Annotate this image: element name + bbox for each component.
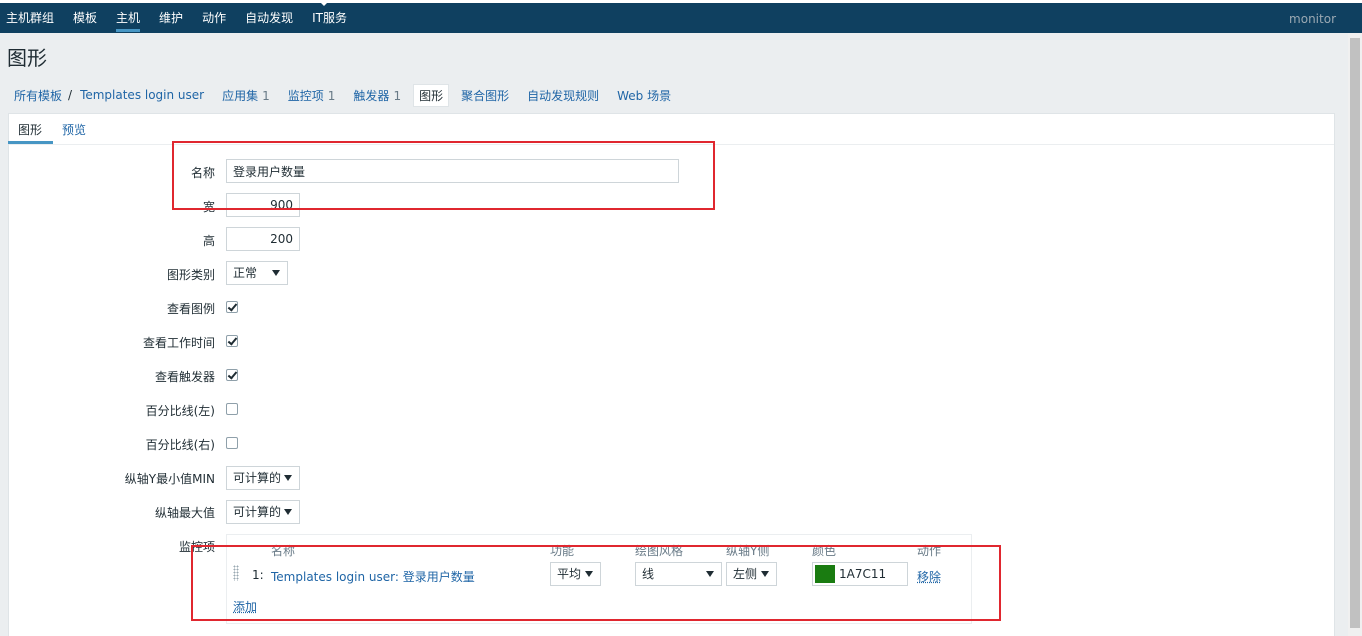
menu-caret-icon (318, 0, 330, 6)
menu-host-groups[interactable]: 主机群组 (6, 9, 54, 32)
chevron-down-icon (585, 571, 593, 577)
graph-form-card: 图形 预览 名称 宽 高 图形类别 正常 查看图例 查看工作时间 查看触发器 百… (8, 113, 1335, 636)
items-table: 名称 功能 绘图风格 纵轴Y侧 颜色 动作 1: Templates login… (226, 534, 972, 624)
item-row-index: 1: (252, 568, 264, 582)
drag-handle-icon[interactable] (233, 565, 239, 581)
items-label: 监控项 (15, 538, 215, 555)
graph-type-value: 正常 (233, 266, 257, 280)
subnav-triggers[interactable]: 触发器 1 (353, 87, 401, 104)
item-draw-style-value: 线 (642, 567, 654, 581)
subnav-items[interactable]: 监控项 1 (288, 87, 336, 104)
height-input[interactable] (226, 227, 300, 251)
items-header-draw-style: 绘图风格 (635, 542, 683, 559)
item-color-field[interactable]: 1A7C11 (812, 562, 908, 586)
chevron-down-icon (272, 270, 280, 276)
ymax-label: 纵轴最大值 (15, 504, 215, 521)
show-working-time-checkbox[interactable] (226, 335, 238, 347)
form-tabs: 图形 预览 (9, 114, 1334, 145)
item-row-name-link[interactable]: Templates login user: 登录用户数量 (271, 568, 475, 585)
tab-graph[interactable]: 图形 (18, 121, 42, 138)
ymin-value: 可计算的 (233, 471, 281, 485)
show-legend-label: 查看图例 (15, 300, 215, 317)
menu-hosts[interactable]: 主机 (116, 9, 140, 32)
items-header-action: 动作 (917, 542, 941, 559)
menu-discovery[interactable]: 自动发现 (245, 9, 293, 32)
items-header-color: 颜色 (812, 542, 836, 559)
show-legend-checkbox[interactable] (226, 301, 238, 313)
items-header-function: 功能 (550, 542, 574, 559)
graph-type-select[interactable]: 正常 (226, 261, 288, 285)
top-navigation: 主机群组 模板 主机 维护 动作 自动发现 IT服务 monitor (0, 0, 1362, 33)
item-function-select[interactable]: 平均 (550, 562, 601, 586)
name-input[interactable] (226, 159, 679, 183)
percentile-right-checkbox[interactable] (226, 437, 238, 449)
menu-maintenance[interactable]: 维护 (159, 9, 183, 32)
page-title: 图形 (7, 42, 47, 71)
subnav-items-label: 监控项 (288, 89, 324, 103)
graph-type-label: 图形类别 (15, 266, 215, 283)
menu-it-services[interactable]: IT服务 (312, 9, 347, 32)
subnav-applications-label: 应用集 (222, 89, 258, 103)
add-item-link[interactable]: 添加 (233, 598, 257, 615)
breadcrumb-separator: / (68, 88, 72, 102)
menu-actions[interactable]: 动作 (202, 9, 226, 32)
name-label: 名称 (15, 164, 215, 181)
percentile-left-label: 百分比线(左) (15, 402, 215, 419)
color-swatch[interactable] (815, 565, 835, 583)
ymin-select[interactable]: 可计算的 (226, 466, 300, 490)
percentile-left-checkbox[interactable] (226, 403, 238, 415)
subnav-web-scenarios[interactable]: Web 场景 (617, 87, 671, 104)
ymax-select[interactable]: 可计算的 (226, 500, 300, 524)
subnav-triggers-count: 1 (393, 89, 401, 103)
subnav-graphs[interactable]: 图形 (413, 84, 449, 107)
items-header-y-side: 纵轴Y侧 (726, 542, 769, 559)
chevron-down-icon (706, 571, 714, 577)
subnav-applications[interactable]: 应用集 1 (222, 87, 270, 104)
subnav-triggers-label: 触发器 (353, 89, 389, 103)
height-label: 高 (15, 232, 215, 249)
item-function-value: 平均 (557, 567, 581, 581)
ymin-label: 纵轴Y最小值MIN (15, 470, 215, 487)
subnav-discovery-rules[interactable]: 自动发现规则 (527, 87, 599, 104)
vertical-scrollbar[interactable] (1348, 33, 1362, 636)
chevron-down-icon (284, 509, 292, 515)
item-draw-style-select[interactable]: 线 (635, 562, 722, 586)
chevron-down-icon (761, 571, 769, 577)
width-input[interactable] (226, 193, 300, 217)
breadcrumb-template[interactable]: Templates login user (80, 88, 204, 102)
menu-templates[interactable]: 模板 (73, 9, 97, 32)
chevron-down-icon (284, 475, 292, 481)
percentile-right-label: 百分比线(右) (15, 436, 215, 453)
breadcrumb-all-templates[interactable]: 所有模板 (14, 87, 62, 104)
width-label: 宽 (15, 198, 215, 215)
item-remove-link[interactable]: 移除 (917, 568, 941, 585)
subnav-screens[interactable]: 聚合图形 (461, 87, 509, 104)
subnav-applications-count: 1 (262, 89, 270, 103)
show-triggers-label: 查看触发器 (15, 368, 215, 385)
show-triggers-checkbox[interactable] (226, 369, 238, 381)
main-menu: 主机群组 模板 主机 维护 动作 自动发现 IT服务 (6, 9, 366, 32)
breadcrumb: 所有模板 / Templates login user 应用集 1 监控项 1 触发… (14, 84, 689, 106)
item-y-side-select[interactable]: 左侧 (726, 562, 777, 586)
scrollbar-thumb[interactable] (1350, 38, 1360, 628)
subnav-items-count: 1 (328, 89, 336, 103)
item-color-value: 1A7C11 (839, 567, 886, 581)
ymax-value: 可计算的 (233, 505, 281, 519)
show-working-time-label: 查看工作时间 (15, 334, 215, 351)
items-header-name: 名称 (271, 542, 295, 559)
item-y-side-value: 左侧 (733, 567, 757, 581)
tab-preview[interactable]: 预览 (62, 121, 86, 138)
user-name[interactable]: monitor (1289, 12, 1336, 26)
